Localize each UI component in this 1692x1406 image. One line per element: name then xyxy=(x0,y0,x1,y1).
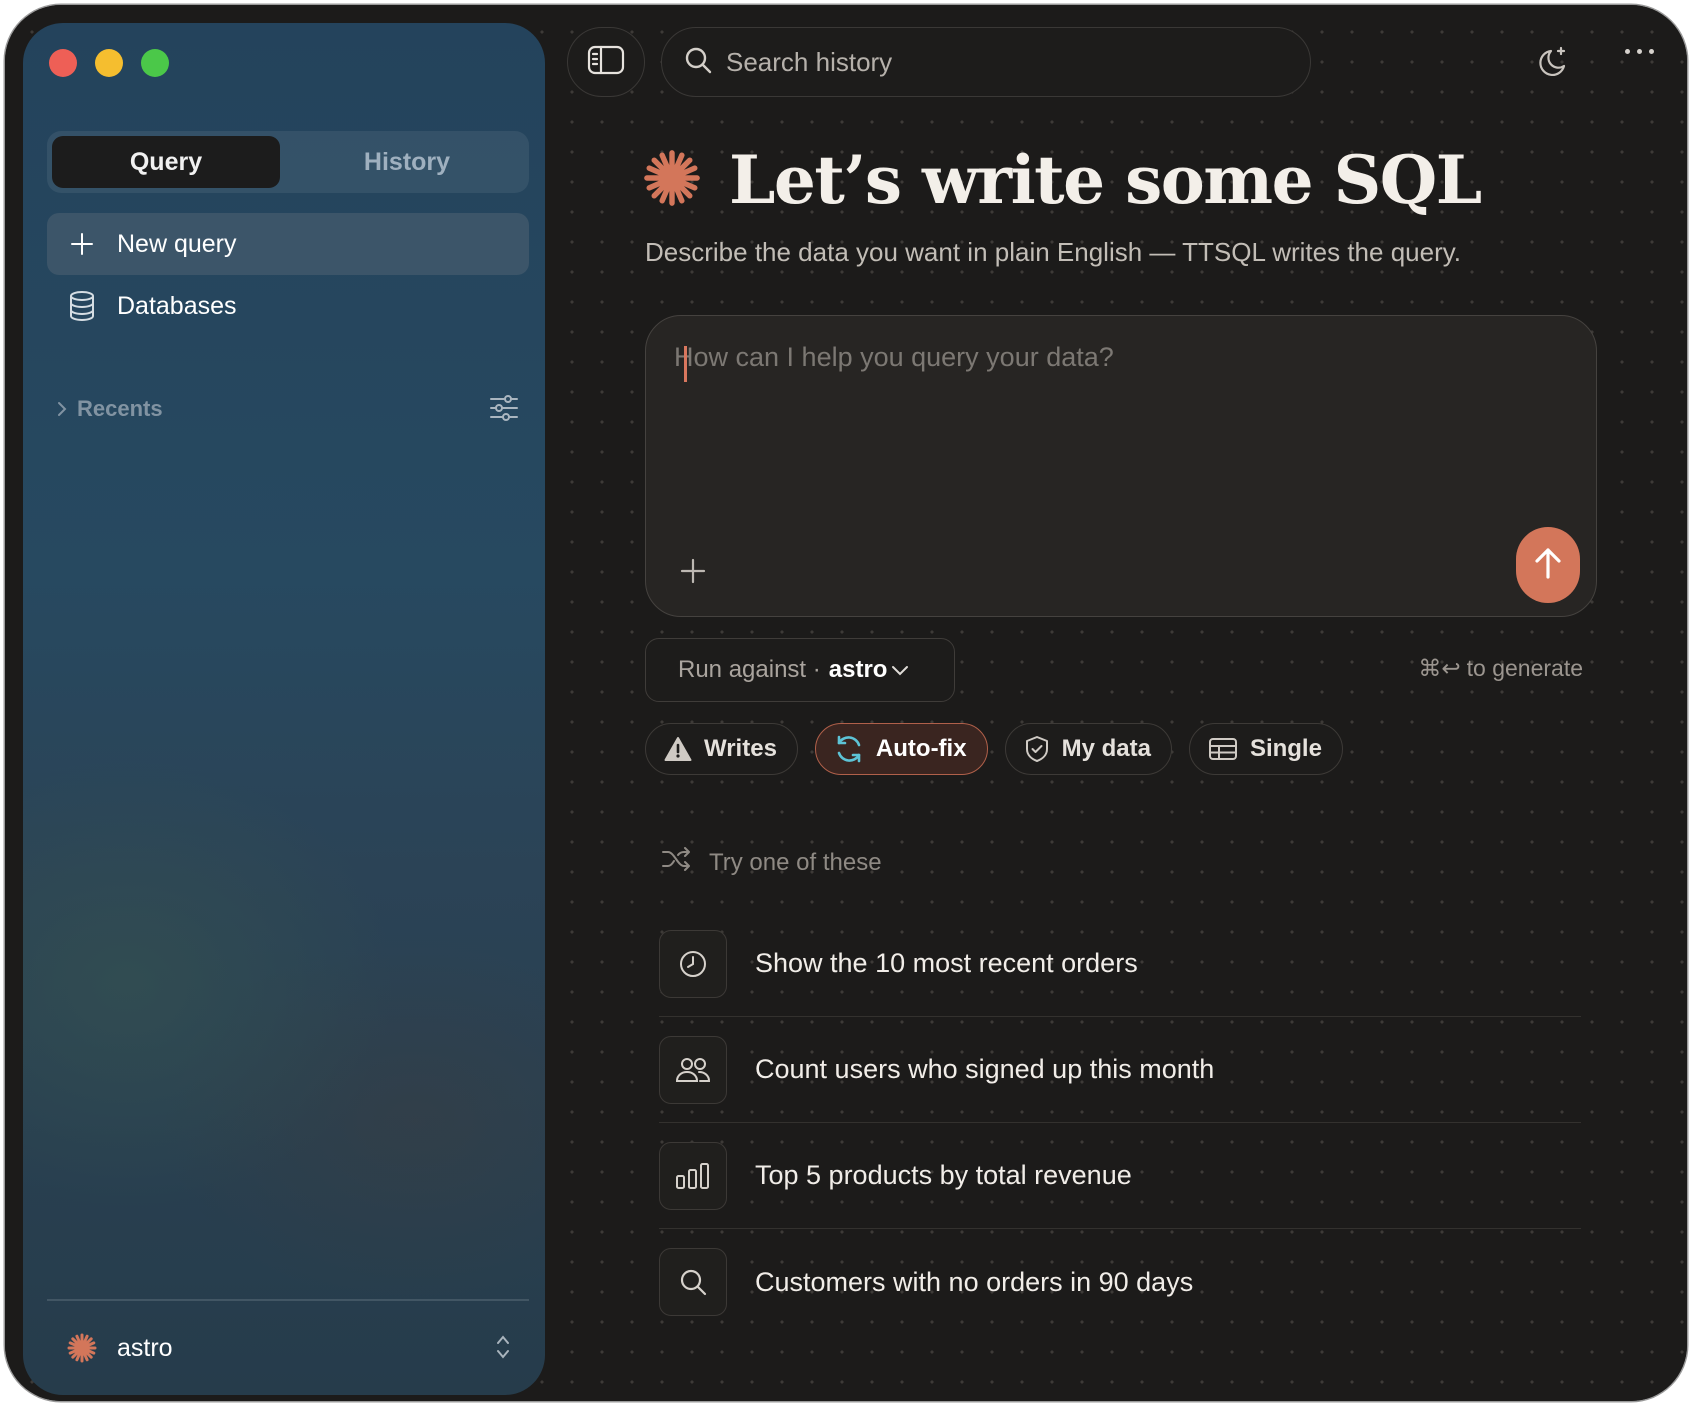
new-query-label: New query xyxy=(117,229,237,258)
toggle-sidebar-button[interactable] xyxy=(567,27,645,97)
suggestion-item[interactable]: Count users who signed up this month xyxy=(659,1017,1581,1123)
chevron-down-icon xyxy=(891,664,909,676)
databases-label: Databases xyxy=(117,291,237,320)
search-icon xyxy=(659,1248,727,1316)
database-icon xyxy=(47,291,117,321)
single-toggle[interactable]: Single xyxy=(1188,723,1343,775)
users-icon xyxy=(659,1035,727,1104)
suggestion-item[interactable]: Customers with no orders in 90 days xyxy=(659,1229,1581,1335)
run-against-label: Run against · xyxy=(678,656,821,683)
run-against-selector[interactable]: Run against · astro xyxy=(645,638,955,702)
warning-icon xyxy=(664,736,692,762)
add-attachment-button[interactable] xyxy=(680,558,706,589)
hero-heading: Let’s write some SQL xyxy=(643,135,1482,225)
shield-check-icon xyxy=(1024,735,1050,763)
sidebar-divider xyxy=(47,1299,529,1301)
writes-toggle[interactable]: Writes xyxy=(645,723,798,775)
refresh-icon xyxy=(834,734,864,764)
suggestions-heading-label: Try one of these xyxy=(709,848,882,876)
suggestion-label: Show the 10 most recent orders xyxy=(755,948,1138,978)
suggestion-item[interactable]: Top 5 products by total revenue xyxy=(659,1123,1581,1229)
run-against-database: astro xyxy=(828,656,888,683)
shortcut-keys: ⌘↩ xyxy=(1418,655,1461,681)
sidebar-toggle-icon xyxy=(587,45,625,80)
suggestion-label: Top 5 products by total revenue xyxy=(755,1160,1132,1190)
search-history-input[interactable] xyxy=(726,46,1266,78)
prompt-input[interactable] xyxy=(674,342,1554,502)
page-subtitle: Describe the data you want in plain Engl… xyxy=(645,237,1462,267)
workspace-name: astro xyxy=(117,1333,173,1362)
more-dot xyxy=(1625,49,1630,54)
recents-section-header[interactable]: Recents xyxy=(47,389,529,429)
search-icon xyxy=(684,46,712,79)
new-query-button[interactable]: New query xyxy=(47,213,529,275)
asterisk-logo-icon xyxy=(643,149,701,212)
suggestion-item[interactable]: Show the 10 most recent orders xyxy=(659,911,1581,1017)
tab-query[interactable]: Query xyxy=(52,136,280,188)
theme-toggle-button[interactable] xyxy=(1535,45,1569,84)
moon-sparkle-icon xyxy=(1535,46,1569,83)
text-caret xyxy=(684,346,687,382)
sidebar-item-databases[interactable]: Databases xyxy=(47,275,529,337)
main-content: Query History New query Databases Recent… xyxy=(5,5,1687,1401)
arrow-up-icon xyxy=(1533,546,1563,585)
shortcut-text: to generate xyxy=(1466,655,1583,681)
zoom-window-button[interactable] xyxy=(141,49,169,77)
suggestion-list: Show the 10 most recent orders Count use… xyxy=(659,911,1581,1335)
sidebar: Query History New query Databases Recent… xyxy=(23,23,545,1395)
single-label: Single xyxy=(1249,735,1322,762)
filter-sliders-icon[interactable] xyxy=(489,395,519,427)
more-options-button[interactable] xyxy=(1625,49,1654,54)
table-icon xyxy=(1208,737,1238,761)
prompt-box xyxy=(645,315,1597,617)
page-title: Let’s write some SQL xyxy=(729,141,1482,219)
auto-fix-label: Auto-fix xyxy=(875,735,967,762)
more-dot xyxy=(1637,49,1642,54)
bar-chart-icon xyxy=(659,1141,727,1210)
app-window: Query History New query Databases Recent… xyxy=(5,5,1687,1401)
shuffle-icon xyxy=(661,847,691,878)
minimize-window-button[interactable] xyxy=(95,49,123,77)
recents-label: Recents xyxy=(77,396,163,421)
generate-send-button[interactable] xyxy=(1516,527,1580,603)
suggestions-heading: Try one of these xyxy=(661,847,882,878)
plus-icon xyxy=(680,558,706,588)
plus-icon xyxy=(47,232,117,256)
tab-history[interactable]: History xyxy=(293,136,521,188)
workspace-switcher[interactable]: astro xyxy=(47,1323,529,1373)
more-dot xyxy=(1649,49,1654,54)
options-row: Writes Auto-fix My data Single xyxy=(645,723,1343,775)
shortcut-hint: ⌘↩ to generate xyxy=(1418,655,1583,682)
chevron-up-down-icon xyxy=(495,1333,511,1368)
asterisk-logo-icon xyxy=(47,1333,117,1363)
clock-icon xyxy=(659,929,727,998)
mode-segmented-control: Query History xyxy=(47,131,529,193)
close-window-button[interactable] xyxy=(49,49,77,77)
suggestion-label: Customers with no orders in 90 days xyxy=(755,1266,1194,1297)
my-data-label: My data xyxy=(1061,735,1151,762)
writes-label: Writes xyxy=(704,735,777,762)
chevron-right-icon xyxy=(47,401,77,417)
search-history-box[interactable] xyxy=(661,27,1311,97)
suggestion-label: Count users who signed up this month xyxy=(755,1054,1215,1084)
auto-fix-toggle[interactable]: Auto-fix xyxy=(814,723,988,775)
my-data-toggle[interactable]: My data xyxy=(1004,723,1172,775)
